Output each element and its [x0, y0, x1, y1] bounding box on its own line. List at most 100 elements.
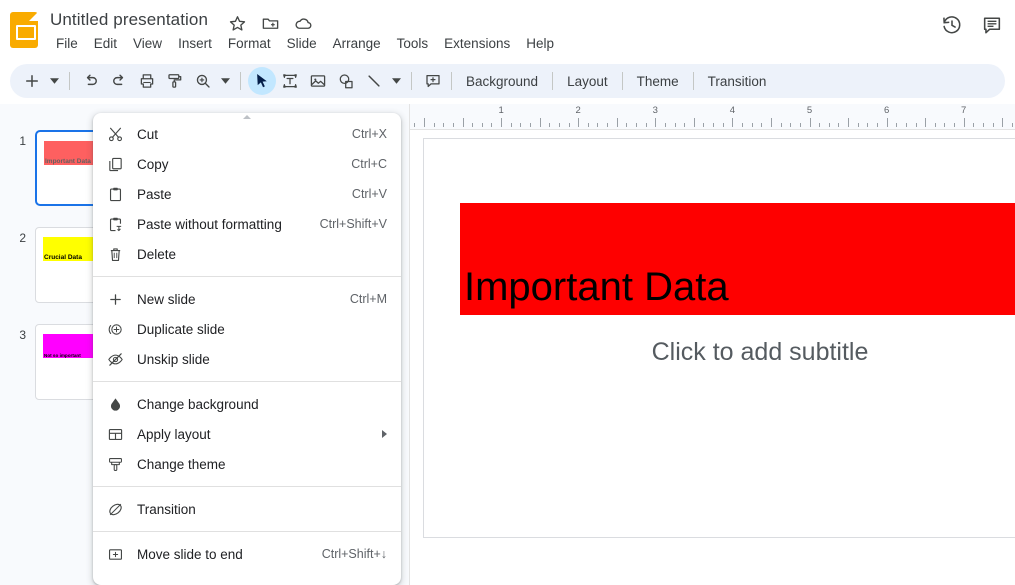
menu-help[interactable]: Help — [518, 34, 562, 53]
ruler-tick — [993, 123, 994, 127]
ruler-tick — [887, 118, 888, 127]
menu-insert[interactable]: Insert — [170, 34, 220, 53]
line-button[interactable] — [360, 67, 388, 95]
comment-history-icon[interactable] — [981, 14, 1003, 36]
slide-title-placeholder[interactable]: Important Data — [460, 203, 1015, 315]
new-slide-dropdown[interactable] — [46, 67, 62, 95]
slide-context-menu[interactable]: Cut Ctrl+X Copy Ctrl+C Paste Ctrl+V Past… — [93, 113, 401, 585]
menu-divider — [93, 531, 401, 532]
menu-edit[interactable]: Edit — [86, 34, 125, 53]
insert-comment-button[interactable] — [419, 67, 447, 95]
menu-item-unskip-slide[interactable]: Unskip slide — [93, 344, 401, 374]
ruler-tick — [752, 123, 753, 127]
toolbar-divider — [622, 72, 623, 90]
menu-item-label: Cut — [137, 127, 338, 142]
menu-item-paste[interactable]: Paste Ctrl+V — [93, 179, 401, 209]
menu-item-delete[interactable]: Delete — [93, 239, 401, 269]
menu-item-label: Duplicate slide — [137, 322, 373, 337]
menu-extensions[interactable]: Extensions — [436, 34, 518, 53]
ruler-tick — [559, 123, 560, 127]
ruler-tick — [530, 123, 531, 127]
menu-format[interactable]: Format — [220, 34, 279, 53]
move-to-folder-icon[interactable] — [261, 14, 280, 33]
insert-image-button[interactable] — [304, 67, 332, 95]
ruler-tick — [501, 118, 502, 127]
title-action-icons — [228, 14, 313, 33]
ruler-tick — [597, 123, 598, 127]
clipboard-plain-icon — [105, 214, 125, 234]
menu-item-apply-layout[interactable]: Apply layout — [93, 419, 401, 449]
menu-divider — [93, 381, 401, 382]
layout-button[interactable]: Layout — [557, 70, 618, 93]
menu-item-change-background[interactable]: Change background — [93, 389, 401, 419]
line-dropdown[interactable] — [388, 67, 404, 95]
ruler-tick — [867, 123, 868, 127]
slide-editor-surface[interactable]: Important Data Click to add subtitle — [423, 138, 1015, 538]
theme-button[interactable]: Theme — [627, 70, 689, 93]
star-icon[interactable] — [228, 14, 247, 33]
menu-item-shortcut: Ctrl+C — [351, 157, 387, 171]
ruler-tick — [636, 123, 637, 127]
ruler-tick — [838, 123, 839, 127]
horizontal-ruler[interactable]: 1234567 — [410, 104, 1015, 130]
paint-format-button[interactable] — [161, 67, 189, 95]
menu-item-label: Change theme — [137, 457, 373, 472]
ruler-tick — [810, 118, 811, 127]
chevron-down-icon — [50, 78, 59, 84]
menu-item-change-theme[interactable]: Change theme — [93, 449, 401, 479]
ruler-tick — [694, 118, 695, 127]
zoom-dropdown[interactable] — [217, 67, 233, 95]
ruler-tick — [858, 123, 859, 127]
menu-item-cut[interactable]: Cut Ctrl+X — [93, 119, 401, 149]
transition-button[interactable]: Transition — [698, 70, 777, 93]
zoom-button[interactable] — [189, 67, 217, 95]
menu-view[interactable]: View — [125, 34, 170, 53]
print-button[interactable] — [133, 67, 161, 95]
version-history-icon[interactable] — [941, 14, 963, 36]
menu-item-copy[interactable]: Copy Ctrl+C — [93, 149, 401, 179]
ruler-tick — [761, 123, 762, 127]
ruler-tick — [472, 123, 473, 127]
ruler-tick — [549, 123, 550, 127]
menu-item-shortcut: Ctrl+Shift+V — [320, 217, 387, 231]
ruler-tick — [482, 123, 483, 127]
ruler-tick — [463, 118, 464, 127]
slide-subtitle-placeholder[interactable]: Click to add subtitle — [460, 319, 1015, 385]
title-bar: Untitled presentation File Edit View Ins… — [0, 0, 1015, 60]
eye-off-icon — [105, 349, 125, 369]
menu-file[interactable]: File — [48, 34, 86, 53]
layout-icon — [105, 424, 125, 444]
menu-item-label: Paste — [137, 187, 338, 202]
text-box-button[interactable] — [276, 67, 304, 95]
menu-arrange[interactable]: Arrange — [325, 34, 389, 53]
new-slide-button[interactable] — [18, 67, 46, 95]
menu-item-label: Copy — [137, 157, 337, 172]
ruler-tick — [829, 123, 830, 127]
menu-item-new-slide[interactable]: New slide Ctrl+M — [93, 284, 401, 314]
shape-button[interactable] — [332, 67, 360, 95]
menu-tools[interactable]: Tools — [389, 34, 437, 53]
document-title[interactable]: Untitled presentation — [50, 10, 208, 30]
ruler-number: 6 — [884, 105, 889, 116]
menu-item-transition[interactable]: Transition — [93, 494, 401, 524]
ruler-number: 4 — [730, 105, 735, 116]
menu-item-move-slide-to-end[interactable]: Move slide to end Ctrl+Shift+↓ — [93, 539, 401, 569]
menu-item-duplicate-slide[interactable]: Duplicate slide — [93, 314, 401, 344]
slide-number: 3 — [10, 328, 26, 342]
duplicate-slide-icon — [105, 319, 125, 339]
ruler-tick — [896, 123, 897, 127]
ruler-number: 2 — [576, 105, 581, 116]
select-tool-button[interactable] — [248, 67, 276, 95]
slide-title-text: Important Data — [460, 267, 729, 315]
line-icon — [365, 72, 383, 90]
copy-icon — [105, 154, 125, 174]
paint-brush-icon — [105, 454, 125, 474]
menu-item-paste-without-formatting[interactable]: Paste without formatting Ctrl+Shift+V — [93, 209, 401, 239]
plus-icon — [23, 72, 41, 90]
cloud-saved-icon[interactable] — [294, 14, 313, 33]
redo-button[interactable] — [105, 67, 133, 95]
undo-button[interactable] — [77, 67, 105, 95]
menu-slide[interactable]: Slide — [279, 34, 325, 53]
background-button[interactable]: Background — [456, 70, 548, 93]
menu-item-shortcut: Ctrl+X — [352, 127, 387, 141]
